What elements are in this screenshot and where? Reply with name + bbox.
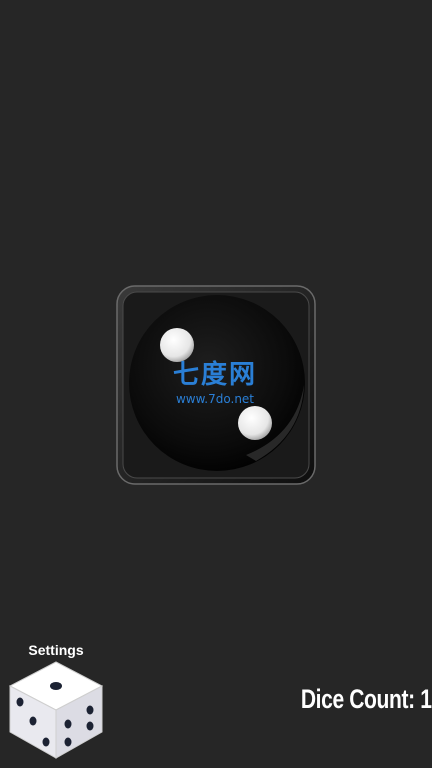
die-button[interactable] bbox=[116, 285, 316, 485]
dice-count-label: Dice Count: 1 bbox=[301, 684, 432, 714]
dice-icon bbox=[8, 661, 104, 759]
die-face-two bbox=[116, 285, 316, 485]
die-pip bbox=[160, 328, 194, 362]
app-screen: 七度网 www.7do.net Settings Dice Count: 1 bbox=[0, 0, 432, 768]
settings-label: Settings bbox=[28, 642, 84, 658]
settings-button[interactable] bbox=[6, 660, 106, 760]
die-pip bbox=[238, 406, 272, 440]
